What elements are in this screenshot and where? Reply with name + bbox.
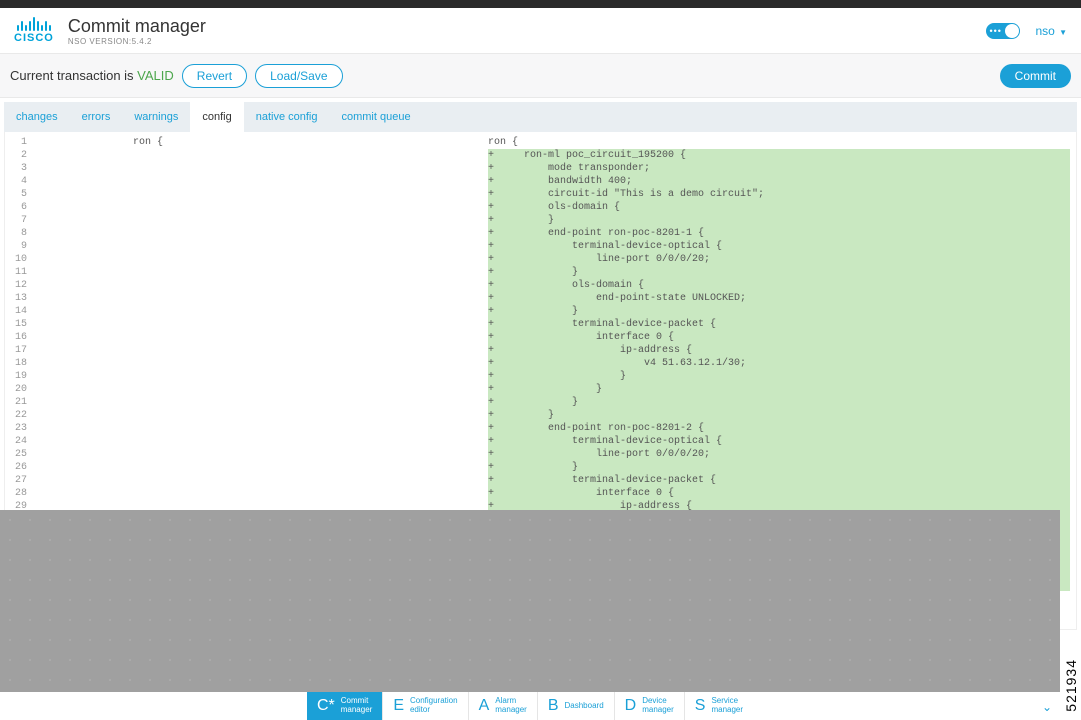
tab-changes[interactable]: changes [4,102,70,132]
user-name: nso [1036,24,1055,38]
tabs-bar: changes errors warnings config native co… [4,102,1077,132]
chevron-down-icon: ▼ [1057,28,1067,37]
tab-config[interactable]: config [190,102,243,132]
nav-label: Alarmmanager [495,697,527,715]
nav-letter: E [393,697,404,715]
nav-commit-manager[interactable]: C* Commitmanager [307,692,382,720]
load-save-button[interactable]: Load/Save [255,64,342,88]
tab-commit-queue[interactable]: commit queue [329,102,422,132]
browser-chrome-bar [0,0,1081,8]
right-open: ron { [488,137,518,148]
nav-letter: S [695,697,706,715]
nav-letter: A [479,697,490,715]
header-toggle[interactable]: ••• [986,23,1020,39]
status-value: VALID [137,68,174,83]
title-block: Commit manager NSO VERSION:5.4.2 [68,16,206,46]
background-pattern [0,510,1060,720]
nav-dashboard[interactable]: B Dashboard [537,692,614,720]
commit-button[interactable]: Commit [1000,64,1071,88]
user-menu[interactable]: nso ▼ [1036,24,1068,38]
nso-version: NSO VERSION:5.4.2 [68,37,206,46]
logo-bars-icon [17,17,51,31]
app-header: CISCO Commit manager NSO VERSION:5.4.2 •… [0,8,1081,54]
nav-alarm-manager[interactable]: A Alarmmanager [468,692,537,720]
nav-label: Commitmanager [341,697,373,715]
tab-warnings[interactable]: warnings [122,102,190,132]
nav-service-manager[interactable]: S Servicemanager [684,692,753,720]
nav-letter: C* [317,697,335,715]
nav-label: Configurationeditor [410,697,458,715]
status-prefix: Current transaction is [10,68,137,83]
bottom-nav: C* Commitmanager E Configurationeditor A… [0,692,1060,720]
page-title: Commit manager [68,16,206,37]
logo-text: CISCO [14,32,54,44]
revert-button[interactable]: Revert [182,64,247,88]
left-open: ron { [133,137,163,148]
toggle-dots-icon: ••• [986,26,1002,36]
nav-label: Dashboard [565,702,604,711]
nav-configuration-editor[interactable]: E Configurationeditor [382,692,467,720]
nav-label: Devicemanager [642,697,674,715]
tab-errors[interactable]: errors [70,102,123,132]
nav-device-manager[interactable]: D Devicemanager [614,692,684,720]
transaction-bar: Current transaction is VALID Revert Load… [0,54,1081,98]
cisco-logo: CISCO [14,17,54,44]
transaction-status: Current transaction is VALID [10,68,174,83]
nav-label: Servicemanager [711,697,743,715]
figure-reference-number: 521934 [1063,659,1079,712]
nav-letter: B [548,697,559,715]
header-actions: ••• nso ▼ [986,23,1068,39]
nav-letter: D [625,697,637,715]
nav-expand-chevron-icon[interactable]: ⌄ [1042,700,1052,714]
tab-native-config[interactable]: native config [244,102,330,132]
toggle-knob [1005,24,1019,38]
